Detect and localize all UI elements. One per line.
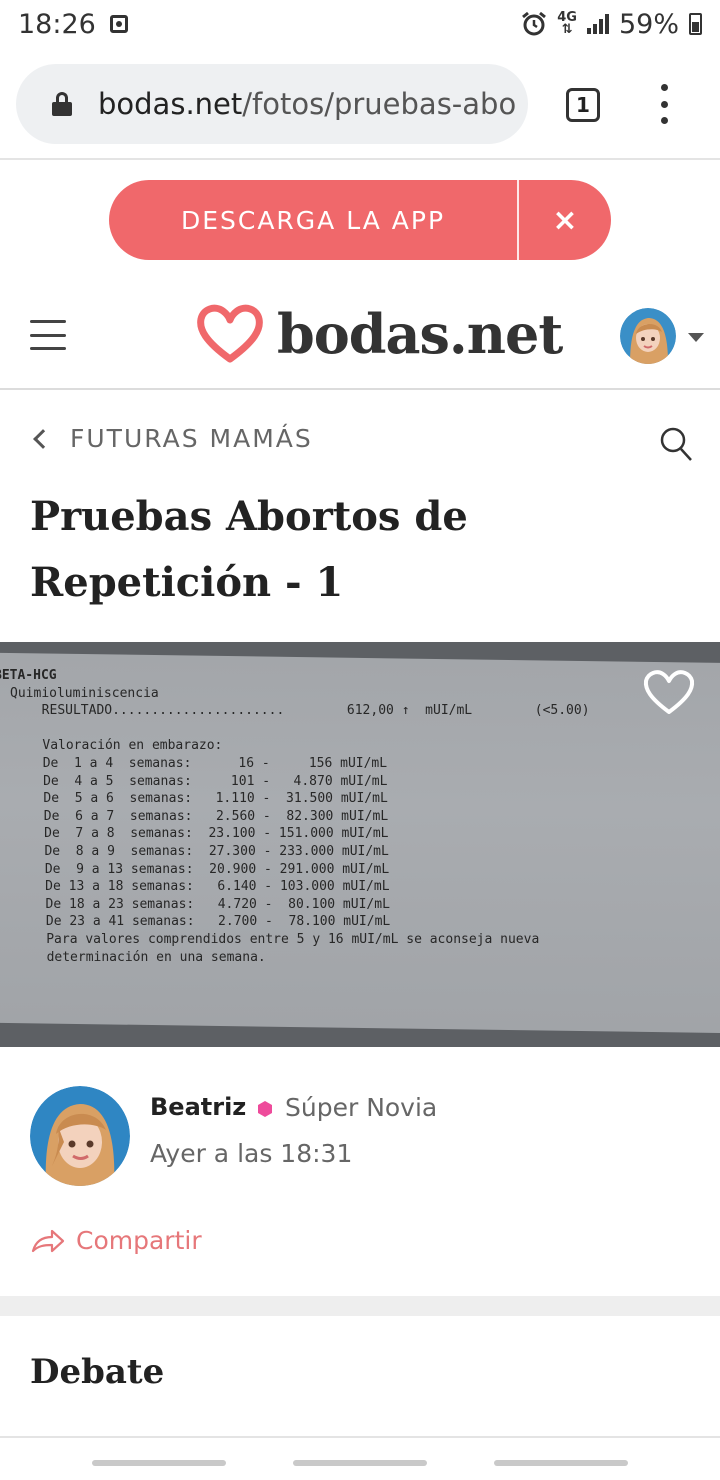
- photo-text-line: De 1 a 4 semanas: 16 - 156 mUI/mL: [0, 756, 388, 771]
- notification-icon: [109, 15, 128, 33]
- photo-text-line: BETA-HCG: [0, 668, 57, 683]
- post-photo[interactable]: BETA-HCG Quimioluminiscencia RESULTADO..…: [0, 642, 720, 1047]
- lock-icon: [52, 92, 72, 116]
- browser-menu-icon[interactable]: [652, 84, 676, 124]
- author-avatar[interactable]: [30, 1086, 130, 1186]
- banner-separator: [517, 180, 519, 260]
- download-app-banner: DESCARGA LA APP ×: [109, 180, 611, 260]
- browser-toolbar: bodas.net/fotos/pruebas-abo 1: [0, 62, 720, 148]
- page-title: Pruebas Abortos de Repetición - 1: [30, 493, 468, 606]
- search-icon[interactable]: [660, 426, 692, 462]
- rank-badge-icon: [258, 1101, 272, 1117]
- download-app-button[interactable]: DESCARGA LA APP: [109, 180, 517, 260]
- photo-text-line: Valoración en embarazo:: [0, 738, 223, 754]
- photo-text-line: RESULTADO...................... 612,00 ↑…: [0, 703, 590, 719]
- breadcrumb[interactable]: FUTURAS MAMÁS: [30, 424, 313, 453]
- photo-text-line: De 9 a 13 semanas: 20.900 - 291.000 mUI/…: [0, 861, 390, 877]
- photo-text-line: De 13 a 18 semanas: 6.140 - 103.000 mUI/…: [0, 879, 390, 895]
- battery-icon: [689, 13, 702, 35]
- photo-text-line: De 6 a 7 semanas: 2.560 - 82.300 mUI/mL: [0, 808, 389, 824]
- status-bar: 18:26 4G ⇅ 59%: [0, 0, 720, 48]
- clock: 18:26: [18, 8, 96, 40]
- site-header: bodas.net: [0, 290, 720, 390]
- divider: [0, 1436, 720, 1438]
- signal-icon: [586, 14, 609, 34]
- network-indicator: 4G ⇅: [557, 10, 577, 37]
- author-name[interactable]: Beatriz: [150, 1093, 246, 1121]
- back-chevron-icon: [33, 428, 53, 449]
- battery-percent: 59%: [618, 8, 679, 40]
- photo-text-line: De 18 a 23 semanas: 4.720 - 80.100 mUI/m…: [0, 896, 390, 912]
- share-label: Compartir: [76, 1226, 202, 1255]
- alarm-icon: [522, 11, 547, 36]
- post-timestamp: Ayer a las 18:31: [150, 1139, 353, 1168]
- photo-text-line: Para valores comprendidos entre 5 y 16 m…: [0, 932, 540, 947]
- url-path: /fotos/pruebas-abo: [242, 87, 517, 121]
- heart-logo-icon: [197, 304, 263, 363]
- tab-switcher-button[interactable]: 1: [566, 88, 600, 122]
- close-banner-button[interactable]: ×: [519, 180, 611, 260]
- debate-heading: Debate: [30, 1352, 165, 1392]
- divider: [0, 158, 720, 160]
- photo-text-line: De 4 a 5 semanas: 101 - 4.870 mUI/mL: [0, 773, 388, 789]
- logo-text: bodas.net: [277, 302, 563, 366]
- chevron-down-icon[interactable]: [688, 333, 704, 342]
- site-logo[interactable]: bodas.net: [195, 302, 563, 366]
- user-avatar[interactable]: [620, 308, 676, 364]
- favorite-heart-icon[interactable]: [642, 668, 696, 716]
- menu-icon[interactable]: [30, 320, 66, 350]
- photo-text-line: De 5 a 6 semanas: 1.110 - 31.500 mUI/mL: [0, 791, 388, 807]
- url-host: bodas.net: [98, 87, 243, 121]
- photo-text-line: determinación en una semana.: [0, 949, 266, 965]
- share-button[interactable]: Compartir: [30, 1226, 202, 1255]
- url-text: bodas.net/fotos/pruebas-abo: [98, 87, 516, 121]
- network-label: 4G: [557, 10, 577, 25]
- breadcrumb-label: FUTURAS MAMÁS: [70, 424, 313, 453]
- section-divider: [0, 1296, 720, 1316]
- scroll-indicator: [0, 1460, 720, 1470]
- share-icon: [31, 1229, 65, 1252]
- photo-text-line: De 7 a 8 semanas: 23.100 - 151.000 mUI/m…: [0, 826, 389, 842]
- author-rank: Súper Novia: [285, 1093, 438, 1122]
- photo-text-line: De 8 a 9 semanas: 27.300 - 233.000 mUI/m…: [0, 844, 389, 859]
- photo-text-line: Quimioluminiscencia: [0, 685, 159, 701]
- photo-text-line: De 23 a 41 semanas: 2.700 - 78.100 mUI/m…: [0, 914, 391, 930]
- address-bar[interactable]: bodas.net/fotos/pruebas-abo: [16, 64, 528, 144]
